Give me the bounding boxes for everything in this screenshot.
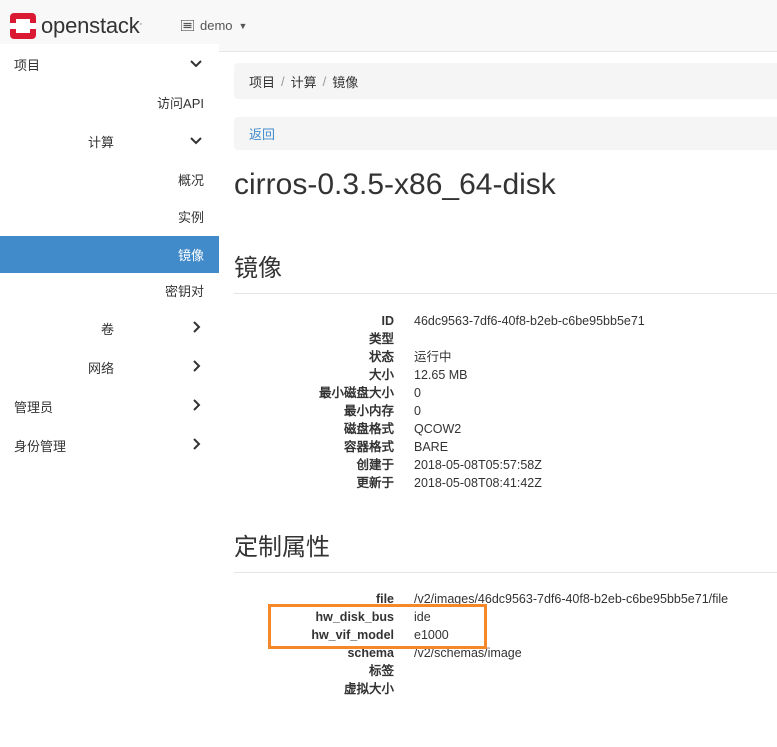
detail-value: 0: [414, 404, 421, 418]
detail-value: 2018-05-08T08:41:42Z: [414, 476, 542, 490]
list-icon: [181, 20, 194, 31]
sidebar-item-8[interactable]: 网络: [0, 349, 219, 386]
openstack-logo-icon: [10, 13, 36, 39]
detail-label: 虚拟大小: [343, 682, 394, 696]
detail-row: 更新于 2018-05-08T08:41:42Z: [234, 474, 777, 492]
sidebar-item-label: 访问API: [157, 96, 204, 111]
detail-row: ID 46dc9563-7df6-40f8-b2eb-c6be95bb5e71: [234, 312, 777, 330]
openstack-logo[interactable]: openstack.: [9, 12, 142, 40]
sidebar-item-label: 身份管理: [14, 439, 67, 454]
sidebar-item-label: 网络: [87, 361, 114, 376]
project-switcher[interactable]: demo ▼: [181, 18, 247, 33]
chevron-right-icon: [193, 438, 201, 450]
sidebar-item-2[interactable]: 计算: [0, 123, 219, 160]
detail-value: QCOW2: [414, 422, 462, 436]
back-link[interactable]: 返回: [249, 124, 275, 143]
custom-properties-title: 定制属性: [234, 534, 330, 561]
detail-row: 磁盘格式 QCOW2: [234, 420, 777, 438]
detail-row: 最小磁盘大小 0: [234, 384, 777, 402]
detail-label: 更新于: [356, 476, 394, 490]
detail-value: BARE: [414, 440, 449, 454]
breadcrumb-separator: /: [281, 73, 285, 89]
breadcrumb-item-images: 镜像: [332, 74, 359, 90]
sidebar-item-label: 计算: [87, 135, 114, 150]
detail-value: 46dc9563-7df6-40f8-b2eb-c6be95bb5e71: [414, 314, 645, 328]
sidebar-item-4[interactable]: 实例: [0, 198, 219, 235]
back-bar: 返回: [234, 117, 777, 150]
image-details-list: ID 46dc9563-7df6-40f8-b2eb-c6be95bb5e71 类型…: [234, 312, 777, 492]
detail-label: ID: [381, 314, 395, 328]
sidebar-item-10[interactable]: 身份管理: [0, 427, 219, 464]
detail-row: 大小 12.65 MB: [234, 366, 777, 384]
highlight-annotation-box: [268, 604, 487, 649]
chevron-right-icon: [193, 321, 201, 333]
detail-row: 状态 运行中: [234, 348, 777, 366]
sidebar-item-3[interactable]: 概况: [0, 161, 219, 198]
sidebar-item-label: 镜像: [177, 248, 204, 263]
breadcrumb-item-compute[interactable]: 计算: [291, 72, 317, 91]
detail-label: 类型: [368, 332, 394, 346]
sidebar-item-label: 实例: [177, 210, 204, 225]
sidebar-item-label: 项目: [14, 58, 41, 73]
detail-value: 12.65 MB: [414, 368, 468, 382]
detail-value: 运行中: [414, 350, 452, 364]
chevron-right-icon: [193, 360, 201, 372]
sidebar: 项目访问API 计算概况实例镜像密钥对卷网络管理员身份管理: [0, 44, 219, 747]
sidebar-item-1[interactable]: 访问API: [0, 84, 219, 121]
detail-row: 创建于 2018-05-08T05:57:58Z: [234, 456, 777, 474]
sidebar-item-label: 管理员: [14, 400, 54, 415]
chevron-down-icon: [190, 137, 202, 145]
detail-row: 标签: [234, 662, 777, 680]
detail-label: 磁盘格式: [343, 422, 394, 436]
image-section-title: 镜像: [234, 255, 282, 282]
detail-row: 最小内存 0: [234, 402, 777, 420]
chevron-right-icon: [193, 399, 201, 411]
sidebar-item-label: 密钥对: [164, 284, 204, 299]
detail-label: 状态: [368, 350, 394, 364]
detail-label: 最小内存: [343, 404, 394, 418]
detail-row: 虚拟大小: [234, 680, 777, 698]
chevron-down-icon: [190, 60, 202, 68]
custom-properties-divider: [234, 572, 777, 573]
detail-label: 容器格式: [343, 440, 394, 454]
caret-down-icon: ▼: [238, 20, 248, 31]
project-name: demo: [200, 18, 233, 33]
detail-label: 标签: [368, 664, 394, 678]
detail-label: 创建于: [356, 458, 394, 472]
breadcrumb-item-project[interactable]: 项目: [249, 72, 275, 91]
logo-text: openstack.: [41, 13, 143, 38]
detail-label: 大小: [368, 368, 394, 382]
detail-label: 最小磁盘大小: [318, 386, 394, 400]
sidebar-item-0[interactable]: 项目: [0, 46, 219, 83]
detail-value: 0: [414, 386, 421, 400]
sidebar-item-label: 卷: [100, 322, 114, 337]
sidebar-item-label: 概况: [177, 173, 204, 188]
sidebar-item-9[interactable]: 管理员: [0, 388, 219, 425]
detail-row: 容器格式 BARE: [234, 438, 777, 456]
breadcrumb-separator: /: [322, 73, 327, 89]
detail-row: 类型: [234, 330, 777, 348]
sidebar-item-5[interactable]: 镜像: [0, 236, 219, 273]
detail-value: 2018-05-08T05:57:58Z: [414, 458, 542, 472]
breadcrumb: 项目 / 计算 / 镜像: [234, 63, 777, 99]
page-title: cirros-0.3.5-x86_64-disk: [234, 168, 556, 201]
sidebar-item-6[interactable]: 密钥对: [0, 272, 219, 309]
image-section-divider: [234, 293, 777, 294]
sidebar-item-7[interactable]: 卷: [0, 310, 219, 347]
